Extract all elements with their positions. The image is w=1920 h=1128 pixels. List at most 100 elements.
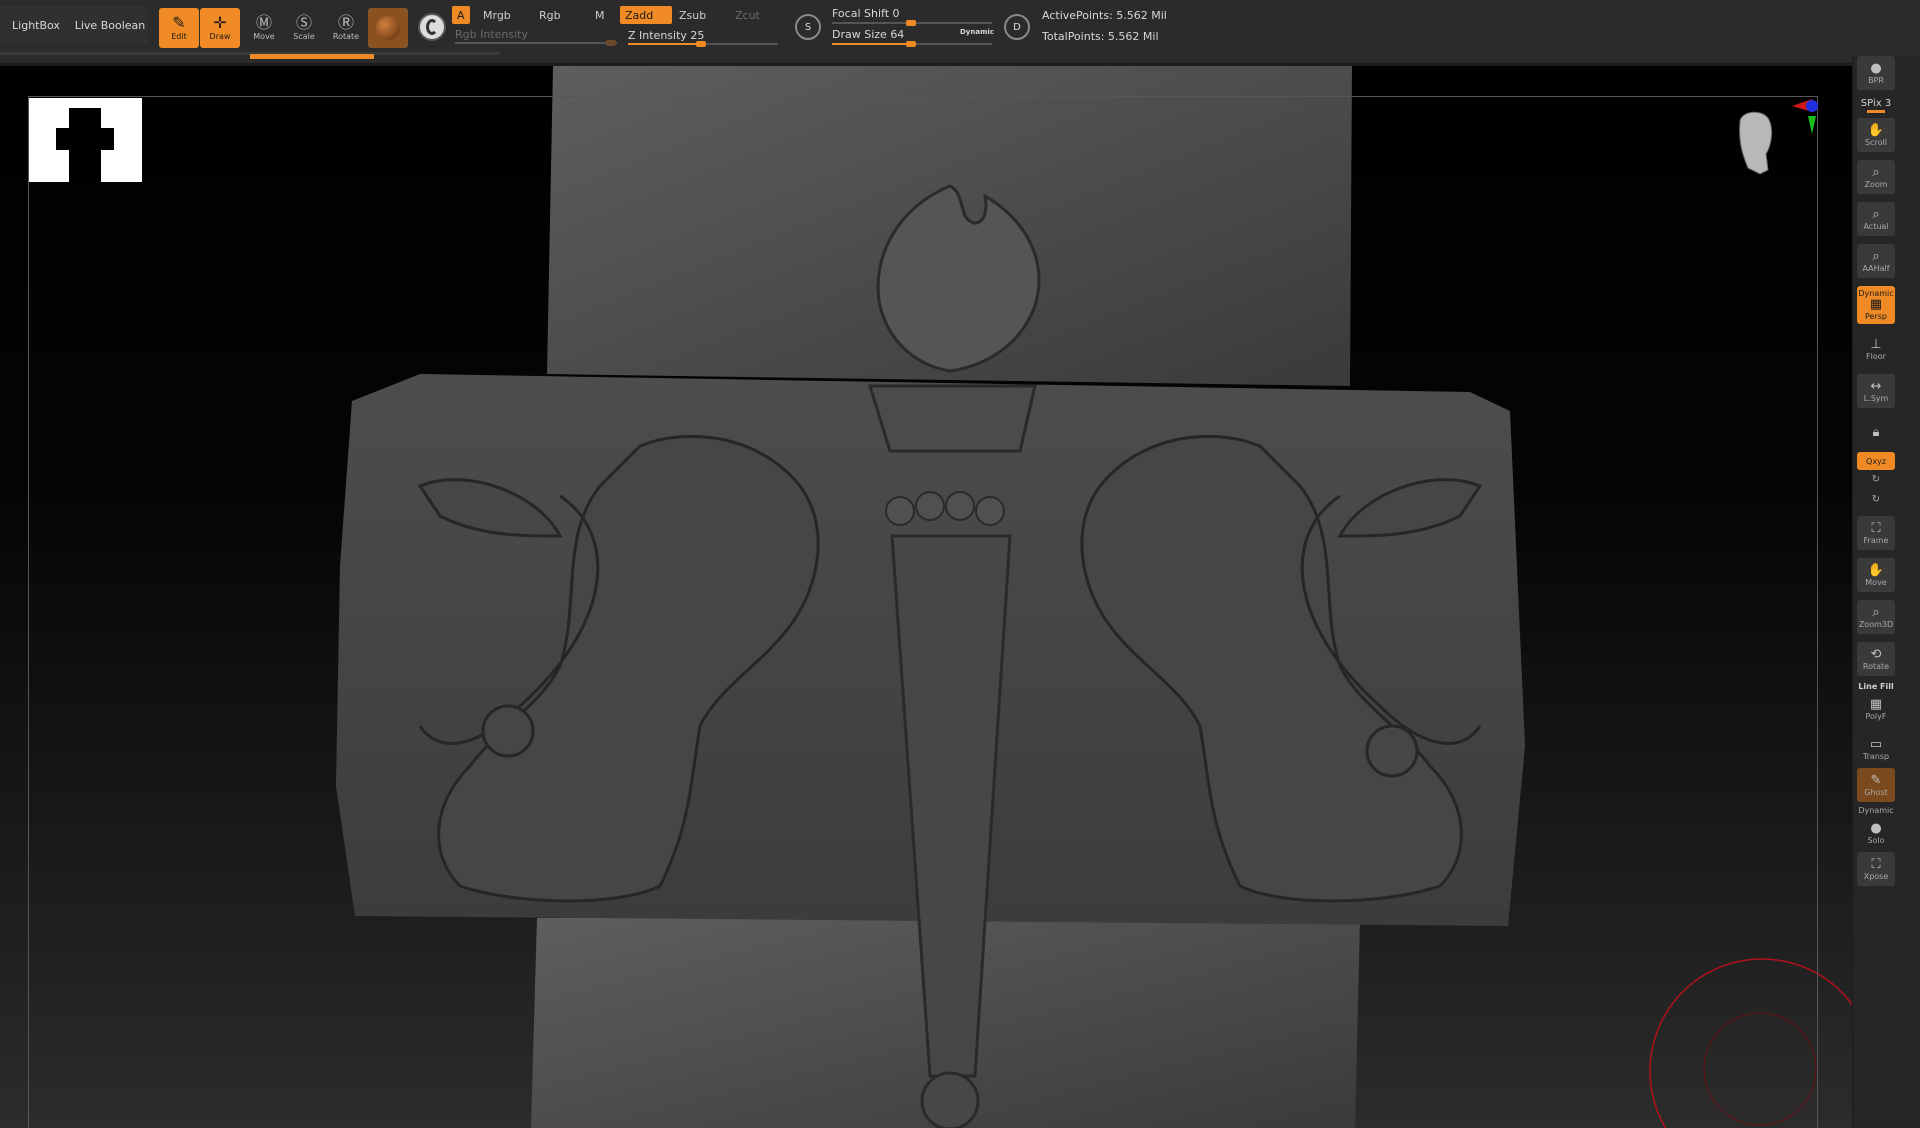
canvas-frame — [28, 96, 1818, 1128]
zoom3d-label: Zoom3D — [1858, 619, 1894, 629]
draw-size-knob[interactable] — [906, 41, 916, 47]
scale-icon: Ⓢ — [295, 13, 312, 32]
draw-label: Draw — [209, 32, 231, 41]
frame-button[interactable]: ⛶ Frame — [1857, 516, 1895, 550]
dynamic-toggle[interactable]: Dynamic — [960, 28, 994, 36]
rgb-intensity-label: Rgb Intensity — [455, 28, 528, 41]
ghost-icon: ✎ — [1870, 772, 1882, 788]
m-button[interactable]: M — [590, 6, 610, 24]
xpose-icon: ⛶ — [1871, 856, 1881, 872]
spix-label: SPix 3 — [1860, 98, 1892, 109]
rotate-view-label: Rotate — [1862, 661, 1890, 671]
transp-button[interactable]: ▭ Transp — [1857, 732, 1895, 766]
frame-icon: ⛶ — [1871, 520, 1881, 536]
zcut-label: Zcut — [735, 8, 760, 22]
polyf-button[interactable]: ▦ PolyF — [1857, 692, 1895, 726]
z-intensity-field[interactable]: Z Intensity 25 — [628, 29, 704, 42]
zoom3d-button[interactable]: ⌕ Zoom3D — [1857, 600, 1895, 634]
scale-label: Scale — [293, 32, 315, 41]
draw-icon: ✛ — [213, 13, 227, 32]
zoom-button[interactable]: ⌕ Zoom — [1857, 160, 1895, 194]
zadd-button[interactable]: Zadd — [620, 6, 672, 24]
rotate-z-icon[interactable]: ↻ — [1857, 494, 1895, 505]
document-canvas[interactable] — [0, 66, 1852, 1128]
move-view-button[interactable]: ✋ Move — [1857, 558, 1895, 592]
right-shelf: ● BPR SPix 3 ✋ Scroll ⌕ Zoom ⌕ Actual ⌕ AAHa… — [1852, 56, 1920, 1128]
rotate-icon: Ⓡ — [337, 13, 354, 32]
bpr-button[interactable]: ● BPR — [1857, 56, 1895, 90]
aahalf-button[interactable]: ⌕ AAHalf — [1857, 244, 1895, 278]
spix-control[interactable]: SPix 3 — [1857, 98, 1895, 109]
a-mode-label: A — [457, 8, 465, 22]
lock-button[interactable]: 🔒︎ — [1857, 416, 1895, 450]
solo-dynamic-label: Dynamic — [1858, 806, 1894, 815]
solo-icon: ● — [1870, 820, 1882, 836]
draw-button[interactable]: ✛ Draw — [200, 8, 240, 48]
focal-shift-knob[interactable] — [906, 20, 916, 26]
live-boolean-button[interactable]: Live Boolean — [72, 6, 148, 44]
move-button[interactable]: Ⓜ Move — [244, 8, 284, 48]
floor-button[interactable]: ⊥ Floor — [1857, 332, 1895, 366]
persp-button[interactable]: Dynamic ▦ Persp — [1857, 286, 1895, 324]
zsub-button[interactable]: Zsub — [674, 6, 711, 24]
rotate-view-button[interactable]: ⟲ Rotate — [1857, 642, 1895, 676]
zadd-label: Zadd — [625, 8, 654, 22]
lightbox-button[interactable]: LightBox — [0, 6, 72, 44]
rotate-button[interactable]: Ⓡ Rotate — [326, 8, 366, 48]
actual-button[interactable]: ⌕ Actual — [1857, 202, 1895, 236]
focal-shift-field[interactable]: Focal Shift 0 — [832, 7, 900, 20]
rgb-intensity-slider[interactable] — [455, 42, 617, 44]
focal-shift-value: 0 — [892, 7, 900, 20]
move-view-label: Move — [1865, 577, 1887, 587]
magnifier-actual-icon: ⌕ — [1872, 206, 1880, 222]
draw-size-label: Draw Size — [832, 28, 887, 41]
draw-size-field[interactable]: Draw Size 64 — [832, 28, 904, 41]
lightbox-label: LightBox — [12, 18, 60, 32]
magnifier-half-icon: ⌕ — [1872, 248, 1880, 264]
orientation-gizmo[interactable] — [1720, 94, 1820, 204]
bpr-label: BPR — [1868, 75, 1884, 85]
rotate-label: Rotate — [332, 32, 360, 41]
lsym-button[interactable]: ↔ L.Sym — [1857, 374, 1895, 408]
spix-slider[interactable] — [1867, 110, 1885, 113]
d-button-label: D — [1013, 21, 1021, 33]
zoom-label: Zoom — [1864, 179, 1888, 189]
gizmo-y-axis-icon — [1808, 116, 1816, 134]
brush-d-icon[interactable]: D — [1004, 14, 1030, 40]
floor-label: Floor — [1866, 351, 1886, 361]
focal-shift-s-icon[interactable]: S — [795, 14, 821, 40]
rgb-intensity-knob[interactable] — [606, 40, 616, 46]
draw-size-value: 64 — [890, 28, 905, 41]
rgb-button[interactable]: Rgb — [534, 6, 566, 24]
material-button[interactable] — [368, 8, 408, 48]
edit-icon: ✎ — [172, 13, 186, 32]
zoom3d-icon: ⌕ — [1872, 604, 1880, 620]
rgb-label: Rgb — [539, 8, 561, 22]
rotate-y-icon[interactable]: ↻ — [1857, 474, 1895, 485]
xyz-button[interactable]: Qxyz — [1857, 452, 1895, 470]
zcut-button[interactable]: Zcut — [730, 6, 765, 24]
edit-button[interactable]: ✎ Edit — [159, 8, 199, 48]
mrgb-label: Mrgb — [483, 8, 511, 22]
transp-label: Transp — [1862, 751, 1890, 761]
z-intensity-fill — [628, 43, 697, 45]
material-sphere-icon — [376, 16, 400, 40]
scroll-button[interactable]: ✋ Scroll — [1857, 118, 1895, 152]
mrgb-button[interactable]: Mrgb — [478, 6, 516, 24]
texture-swirl-icon — [426, 19, 438, 35]
ghost-button[interactable]: ✎ Ghost — [1857, 768, 1895, 802]
hand-icon: ✋ — [1867, 122, 1885, 138]
draw-size-fill — [832, 43, 910, 45]
scale-button[interactable]: Ⓢ Scale — [284, 8, 324, 48]
line-fill-label: Line Fill — [1858, 682, 1894, 691]
z-intensity-knob[interactable] — [696, 41, 706, 47]
navigator-thumbnail[interactable] — [29, 98, 142, 182]
lock-icon: 🔒︎ — [1872, 425, 1880, 440]
xpose-button[interactable]: ⛶ Xpose — [1857, 852, 1895, 886]
solo-button[interactable]: ● Solo — [1857, 816, 1895, 850]
dynamic-label: Dynamic — [960, 28, 994, 36]
a-mode-button[interactable]: A — [452, 6, 470, 24]
move-label: Move — [253, 32, 275, 41]
solo-label: Solo — [1867, 835, 1885, 845]
texture-button[interactable] — [418, 13, 446, 41]
